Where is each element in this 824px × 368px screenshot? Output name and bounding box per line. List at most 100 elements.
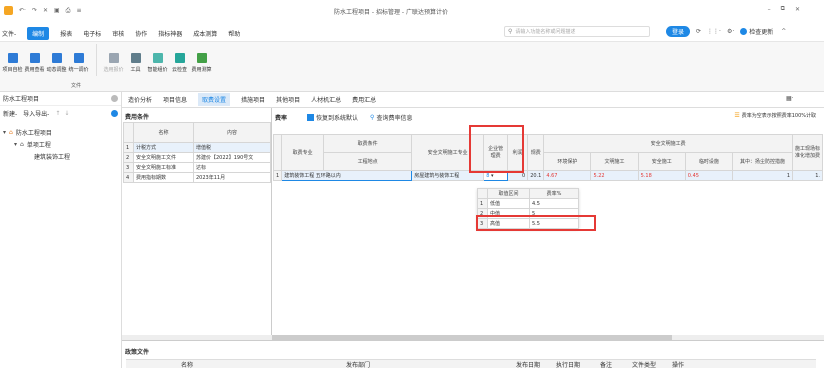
import-export-button[interactable]: 导入导出- bbox=[23, 109, 49, 118]
move-up-icon[interactable]: ↑ bbox=[55, 110, 60, 117]
login-button[interactable]: 登录 bbox=[666, 26, 691, 37]
toolbar-button-6[interactable]: 智能组价 bbox=[147, 48, 168, 73]
row-number: 2 bbox=[123, 152, 134, 163]
tree-item-unit[interactable]: 建筑装饰工程 bbox=[0, 150, 121, 162]
tree-item-single[interactable]: ▾ ⌂ 单项工程 bbox=[0, 138, 121, 150]
expand-icon[interactable]: ▾ bbox=[3, 129, 6, 136]
menu-item-6[interactable]: 指标神器 bbox=[158, 29, 182, 38]
cell-safety[interactable]: 5.18 bbox=[637, 170, 686, 181]
tab-options-icon[interactable]: ▦· bbox=[786, 95, 794, 102]
col-operation: 操作 bbox=[672, 362, 685, 368]
toolbar-button-7[interactable]: 云检查 bbox=[169, 48, 190, 73]
tab-6[interactable]: 费用汇总 bbox=[352, 95, 376, 104]
tab-3[interactable]: 措施项目 bbox=[241, 95, 265, 104]
tab-2[interactable]: 取费设置 bbox=[198, 93, 231, 106]
save-icon[interactable]: ▣ bbox=[54, 7, 60, 14]
condition-row[interactable]: 1 计税方式 增值税 bbox=[123, 142, 271, 153]
print-icon[interactable]: ⎙ bbox=[66, 7, 71, 15]
condition-row[interactable]: 4 费用指标期数 2023年11月 bbox=[123, 172, 271, 183]
cell-profession[interactable]: 建筑装饰工程 五环路以内 bbox=[281, 170, 413, 181]
new-button[interactable]: 新建- bbox=[3, 109, 17, 118]
menu-item-0[interactable]: 文件- bbox=[2, 29, 16, 38]
cell-env-protect[interactable]: 4.67 bbox=[543, 170, 592, 181]
tree-item-label: 防水工程项目 bbox=[15, 129, 52, 137]
col-temp-facility: 临时设施 bbox=[684, 152, 734, 171]
menu-bar: 文件- 编制 报表 电子标 审核 协作 指标神器 成本测算 帮助 ⚲ 请输入功能名称或问题描述 … bbox=[0, 22, 824, 42]
cell-temp-facility[interactable]: 0.45 bbox=[684, 170, 734, 181]
search-input[interactable]: 请输入功能名称或问题描述 bbox=[515, 28, 575, 35]
menu-item-3[interactable]: 电子标 bbox=[83, 29, 101, 38]
menu-item-7[interactable]: 成本测算 bbox=[193, 29, 217, 38]
menu-item-4[interactable]: 审核 bbox=[112, 29, 124, 38]
restore-icon bbox=[307, 114, 315, 121]
redo-icon[interactable]: ↷ bbox=[32, 7, 37, 14]
info-icon[interactable] bbox=[111, 109, 118, 117]
move-down-icon[interactable]: ↓ bbox=[64, 110, 69, 117]
toolbar-label: 费用查看 bbox=[24, 66, 45, 73]
menu-item-5[interactable]: 协作 bbox=[135, 29, 147, 38]
toolbar-button-1[interactable]: 费用查看 bbox=[24, 48, 45, 73]
dropdown-option[interactable]: 1 低值 4.5 bbox=[477, 198, 579, 209]
col-dust-control: 其中：扬尘防控措施 bbox=[732, 152, 793, 171]
toolbar-group-label: 文件 bbox=[71, 83, 82, 89]
highlight-mid-value bbox=[476, 215, 596, 231]
tab-5[interactable]: 人材机汇总 bbox=[311, 95, 341, 104]
note-icon: ☰ bbox=[734, 112, 740, 119]
restore-default-button[interactable]: 恢复到系统默认 bbox=[307, 113, 358, 122]
dynamic-adjust-icon bbox=[51, 52, 62, 63]
toolbar-button-0[interactable]: 项目自检 bbox=[2, 48, 23, 73]
sidebar-toggle-icon[interactable] bbox=[111, 95, 118, 102]
collapse-ribbon-icon[interactable]: ^ bbox=[781, 28, 786, 35]
toolbar-button-5[interactable]: 工具 bbox=[125, 48, 146, 73]
menu-item-2[interactable]: 报表 bbox=[60, 29, 72, 38]
condition-name: 费用指标期数 bbox=[133, 172, 194, 183]
menu-item-1[interactable]: 编制 bbox=[27, 27, 50, 40]
toolbar-button-4[interactable]: 选用报价 bbox=[103, 48, 124, 73]
tree-item-project[interactable]: ▾ ⌂ 防水工程项目 bbox=[0, 126, 121, 138]
undo-icon[interactable]: ↶· bbox=[19, 7, 26, 14]
cell-fees[interactable]: 20.1 bbox=[527, 170, 545, 181]
condition-value[interactable]: 苏建价【2022】190号文 bbox=[193, 152, 271, 163]
scroll-thumb[interactable] bbox=[272, 335, 672, 340]
update-button[interactable]: 检查更新 bbox=[740, 27, 773, 36]
settings-icon[interactable]: ⚙· bbox=[727, 28, 734, 35]
tab-1[interactable]: 项目信息 bbox=[163, 95, 187, 104]
cell-civilized[interactable]: 5.22 bbox=[590, 170, 639, 181]
mgmt-fee-value: 8 bbox=[486, 172, 490, 179]
more-icon[interactable]: ≡ bbox=[76, 7, 81, 14]
search-box[interactable]: ⚲ 请输入功能名称或问题描述 bbox=[504, 26, 650, 37]
expand-icon[interactable]: ▾ bbox=[14, 141, 17, 148]
condition-row[interactable]: 2 安全文明施工文件 苏建价【2022】190号文 bbox=[123, 152, 271, 163]
condition-row[interactable]: 3 安全文明施工标准 达标 bbox=[123, 162, 271, 173]
tools-icon bbox=[130, 52, 141, 63]
col-remark: 备注 bbox=[600, 362, 613, 368]
condition-value[interactable]: 2023年11月 bbox=[193, 172, 271, 183]
rates-row[interactable]: 1 建筑装饰工程 五环路以内 房屋建筑与装饰工程 8 ▾ 0 20.1 4.67… bbox=[272, 170, 823, 181]
tab-4[interactable]: 其他项目 bbox=[276, 95, 300, 104]
message-icon[interactable]: ⟳ bbox=[696, 28, 701, 35]
dropdown-arrow-icon[interactable]: ▾ bbox=[491, 173, 494, 179]
col-file-type: 文件类型 bbox=[632, 362, 657, 368]
toolbar-button-8[interactable]: 费用测算 bbox=[191, 48, 212, 73]
tab-0[interactable]: 造价分析 bbox=[128, 95, 152, 104]
condition-value[interactable]: 达标 bbox=[193, 162, 271, 173]
conditions-title: 费用条件 bbox=[125, 114, 150, 121]
cloud-check-icon bbox=[174, 52, 185, 63]
cell-dust-control[interactable]: 1 bbox=[732, 170, 793, 181]
title-bar: ↶· ↷ ✕ ▣ ⎙ ≡ 防水工程项目 - 招标管理 - 广联达预算计价 – ⧉… bbox=[0, 0, 824, 22]
close-button[interactable]: ✕ bbox=[795, 6, 800, 13]
condition-value[interactable]: 增值税 bbox=[193, 142, 271, 153]
grid-icon[interactable]: ⋮⋮· bbox=[707, 28, 721, 35]
toolbar-button-3[interactable]: 统一调价 bbox=[68, 48, 89, 73]
toolbar-button-2[interactable]: 动态调整 bbox=[46, 48, 67, 73]
query-rate-button[interactable]: ⚲ 查询费率信息 bbox=[370, 113, 412, 122]
toolbar-separator bbox=[96, 44, 97, 76]
maximize-button[interactable]: ⧉ bbox=[781, 5, 785, 13]
h-scrollbar[interactable] bbox=[122, 335, 824, 340]
minimize-button[interactable]: – bbox=[768, 6, 771, 13]
app-logo-icon bbox=[4, 6, 13, 15]
menu-item-8[interactable]: 帮助 bbox=[228, 29, 240, 38]
highlight-mgmt-fee bbox=[469, 125, 524, 173]
close-file-icon[interactable]: ✕ bbox=[43, 7, 48, 14]
cell-site-standard[interactable]: 1. bbox=[792, 170, 823, 181]
